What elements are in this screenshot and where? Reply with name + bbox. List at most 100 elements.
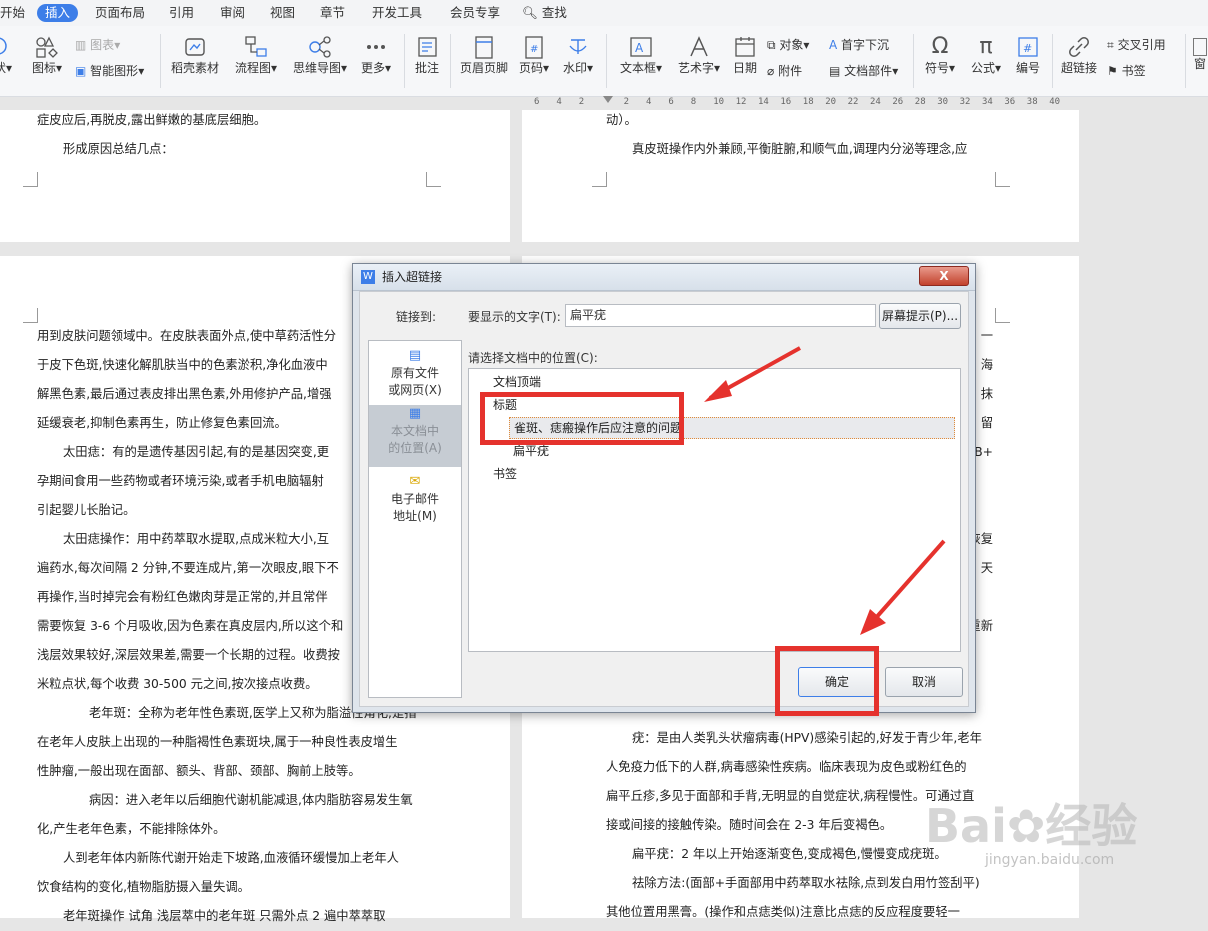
close-button[interactable]: X xyxy=(919,266,969,286)
doc-text: 症皮应后,再脱皮,露出鲜嫩的基底层细胞。 xyxy=(37,113,267,127)
tree-item-bookmarks[interactable]: 书签 xyxy=(493,464,517,484)
dropcap-button[interactable]: A 首字下沉 xyxy=(829,36,889,54)
ribbon-separator xyxy=(606,34,607,88)
crossref-button[interactable]: ⌗ 交叉引用 xyxy=(1107,36,1166,54)
tree-item-doc-top[interactable]: 文档顶端 xyxy=(493,372,541,392)
mindmap-button[interactable]: 思维导图▾ xyxy=(289,34,351,76)
sidebar-item-file-or-web[interactable]: ▤ 原有文件 或网页(X) xyxy=(369,347,461,399)
more-button[interactable]: 更多▾ xyxy=(358,34,394,76)
mindmap-icon xyxy=(309,36,331,58)
comment-button[interactable]: 批注 xyxy=(410,34,444,76)
doc-text: 一 xyxy=(980,329,993,343)
ribbon-separator xyxy=(450,34,451,88)
numbering-button[interactable]: # 编号 xyxy=(1012,34,1044,76)
doc-text: 留 xyxy=(980,416,993,430)
page-corner-mark xyxy=(23,172,38,187)
ruler-tick: 22 xyxy=(847,97,859,107)
cancel-button[interactable]: 取消 xyxy=(885,667,963,697)
sidebar-label: 地址(M) xyxy=(393,509,437,523)
search-menu[interactable]: 🔍︎ 查找 xyxy=(522,4,567,22)
window-button[interactable]: 窗 xyxy=(1192,34,1208,72)
ruler-tick: 2 xyxy=(578,97,585,107)
doc-text: 真皮斑操作内外兼顾,平衡脏腑,和顺气血,调理内分泌等理念,应 xyxy=(632,142,968,156)
menu-chapter[interactable]: 章节 xyxy=(320,4,345,22)
flowchart-label: 流程图 xyxy=(234,61,271,75)
icon-button[interactable]: 图标▾ xyxy=(30,34,64,76)
ribbon-separator xyxy=(160,34,161,88)
menu-page-layout[interactable]: 页面布局 xyxy=(95,4,145,22)
menu-view[interactable]: 视图 xyxy=(270,4,295,22)
doc-text: 化,产生老年色素，不能排除体外。 xyxy=(37,822,226,836)
svg-text:#: # xyxy=(1023,42,1032,55)
wps-material-button[interactable]: 稻壳素材 xyxy=(167,34,223,76)
svg-text:A: A xyxy=(635,41,644,55)
ribbon-separator xyxy=(1052,34,1053,88)
document-icon: ▦ xyxy=(408,406,422,421)
symbol-button[interactable]: Ω 符号▾ xyxy=(920,34,960,76)
dialog-titlebar[interactable]: W 插入超链接 X xyxy=(353,264,975,291)
formula-button[interactable]: π 公式▾ xyxy=(966,34,1006,76)
watermark-brand2: 经验 xyxy=(1045,799,1138,853)
chart-icon: ▥ xyxy=(75,38,87,52)
bookmark-button[interactable]: ⚑ 书签 xyxy=(1107,62,1146,80)
ruler-tick: 18 xyxy=(802,97,814,107)
textbox-button[interactable]: A 文本框▾ xyxy=(616,34,666,76)
smartart-button[interactable]: ▣ 智能图形▾ xyxy=(75,62,144,80)
ruler-tick: 12 xyxy=(735,97,747,107)
display-text-input[interactable]: 扁平疣 xyxy=(565,304,876,327)
doc-text: 在老年人皮肤上出现的一种脂褐性色素斑块,属于一种良性表皮增生 xyxy=(37,735,398,749)
doc-text: 疣：是由人类乳头状瘤病毒(HPV)感染引起的,好发于青少年,老年 xyxy=(632,731,982,745)
doc-text: 接或间接的接触传染。随时间会在 2-3 年后变褐色。 xyxy=(606,818,893,832)
menu-bar: 开始 插入 页面布局 引用 审阅 视图 章节 开发工具 会员专享 🔍︎ 查找 xyxy=(0,0,1208,26)
date-button[interactable]: 日期 xyxy=(730,34,760,76)
horizontal-ruler[interactable]: 6 4 2 2 4 6 8 10 12 14 16 18 20 22 24 26 28 30 32 34 36 38 40 xyxy=(520,96,1080,110)
wordart-button[interactable]: 艺术字▾ xyxy=(674,34,724,76)
sidebar-item-email[interactable]: ✉ 电子邮件 地址(M) xyxy=(369,473,461,525)
watermark-label: 水印 xyxy=(562,61,587,75)
doc-text: 老年斑操作 试角 浅层萃中的老年斑 只需外点 2 遍中萃萃取 xyxy=(63,909,386,923)
menu-insert[interactable]: 插入 xyxy=(37,4,79,22)
dropcap-label: 首字下沉 xyxy=(841,38,890,52)
wordart-label: 艺术字 xyxy=(677,61,714,75)
ruler-tick: 20 xyxy=(825,97,837,107)
header-footer-label: 页眉页脚 xyxy=(459,61,508,75)
dialog-title: 插入超链接 xyxy=(382,270,443,284)
ruler-tick: 28 xyxy=(914,97,926,107)
menu-member[interactable]: 会员专享 xyxy=(450,4,500,22)
watermark-brand: Bai xyxy=(925,799,1007,853)
shape-button[interactable]: 状▾ xyxy=(0,34,14,76)
menu-start[interactable]: 开始 xyxy=(0,4,25,22)
crossref-icon: ⌗ xyxy=(1107,38,1114,52)
doc-text: 遍药水,每次间隔 2 分钟,不要连成片,第一次眼皮,眼下不 xyxy=(37,561,339,575)
page-number-button[interactable]: # 页码▾ xyxy=(516,34,552,76)
menu-review[interactable]: 审阅 xyxy=(220,4,245,22)
menu-references[interactable]: 引用 xyxy=(169,4,194,22)
doc-text: 形成原因总结几点： xyxy=(63,142,174,156)
hyperlink-button[interactable]: 超链接 xyxy=(1058,34,1100,76)
menu-developer[interactable]: 开发工具 xyxy=(372,4,422,22)
material-icon xyxy=(185,38,205,56)
ribbon-separator xyxy=(1185,34,1186,88)
ruler-tick: 6 xyxy=(534,97,540,107)
doc-text: 解黑色素,最后通过表皮排出黑色素,外用修护产品,增强 xyxy=(37,387,332,401)
shape-label: 状 xyxy=(0,61,6,75)
attachment-button[interactable]: ⌀ 附件 xyxy=(767,62,802,80)
annotation-box-ok xyxy=(775,646,879,716)
sidebar-item-this-document[interactable]: ▦ 本文档中 的位置(A) xyxy=(369,405,461,467)
ruler-tick: 40 xyxy=(1049,97,1061,107)
doc-text: 动）。 xyxy=(606,113,637,127)
smartart-icon: ▣ xyxy=(75,64,87,78)
screen-tip-button[interactable]: 屏幕提示(P)... xyxy=(879,303,961,329)
doc-parts-button[interactable]: ▤ 文档部件▾ xyxy=(829,62,898,80)
watermark-button[interactable]: 水印▾ xyxy=(560,34,596,76)
flowchart-button[interactable]: 流程图▾ xyxy=(231,34,281,76)
chart-button[interactable]: ▥ 图表▾ xyxy=(75,36,120,54)
header-footer-button[interactable]: 页眉页脚 xyxy=(456,34,512,76)
baidu-watermark: Bai✿经验 xyxy=(925,790,1137,856)
chart-label: 图表 xyxy=(90,38,115,52)
header-footer-icon xyxy=(475,36,493,59)
object-button[interactable]: ⧉ 对象▾ xyxy=(767,36,809,54)
display-text-label: 要显示的文字(T): xyxy=(468,310,561,324)
indent-marker-icon[interactable] xyxy=(603,96,613,103)
window-icon xyxy=(1193,38,1207,56)
